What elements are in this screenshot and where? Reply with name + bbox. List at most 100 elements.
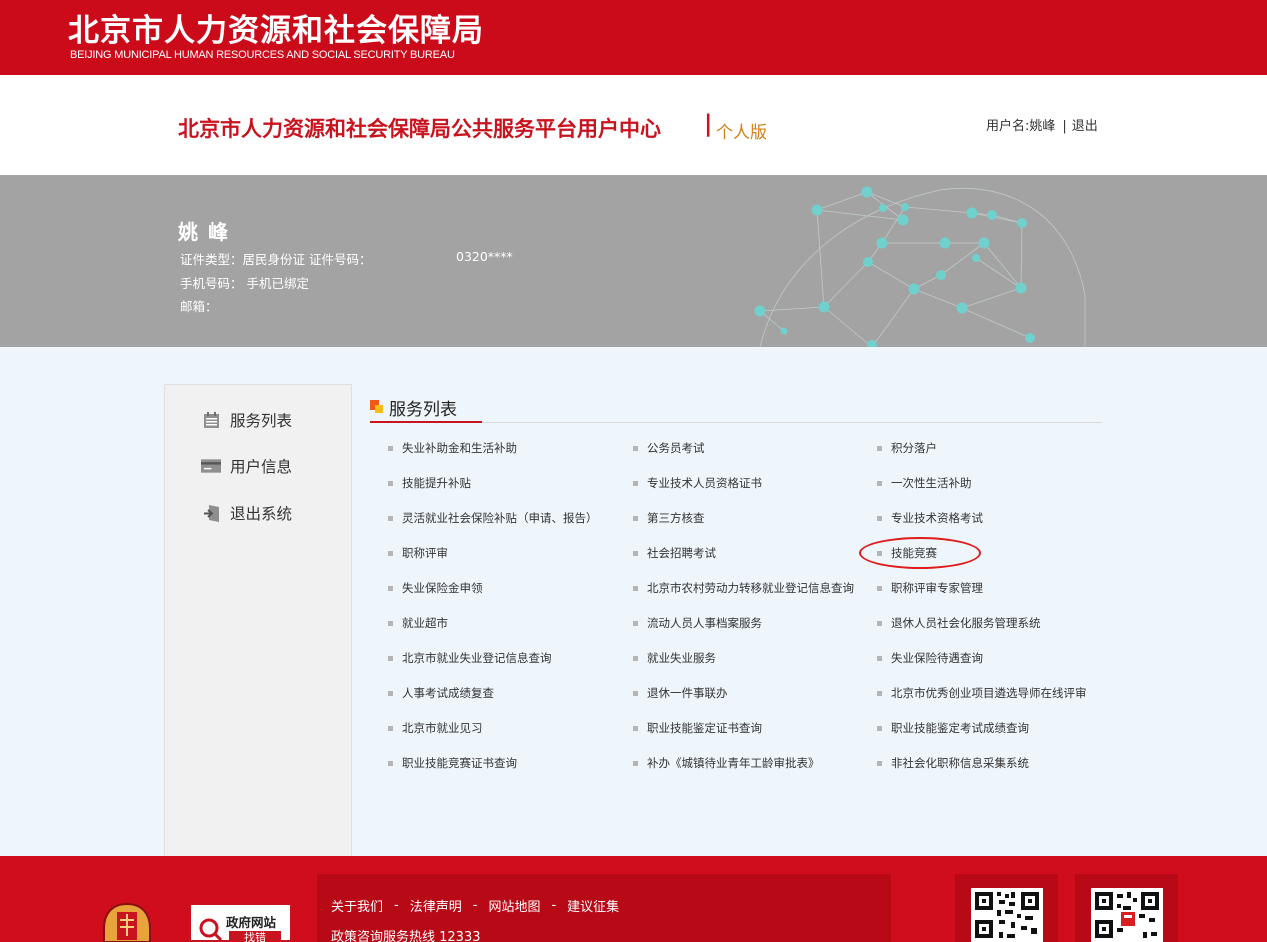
- id-card-icon: [201, 457, 221, 475]
- gov-website-badge[interactable]: 政府网站 找错: [189, 903, 292, 942]
- id-number: 0320****: [456, 249, 513, 264]
- service-label: 第三方核查: [647, 511, 705, 525]
- footer: 政府网站 找错 关于我们 - 法律声明 - 网站地图 - 建议征集 政策咨询服务…: [0, 856, 1267, 942]
- network-graphic: [754, 186, 1086, 347]
- bullet-icon: [633, 620, 638, 626]
- bullet-icon: [388, 585, 393, 591]
- emblem-icon: [103, 902, 151, 942]
- service-link[interactable]: 退休一件事联办: [633, 685, 728, 701]
- service-link[interactable]: 第三方核查: [633, 510, 705, 526]
- service-label: 公务员考试: [647, 441, 705, 455]
- service-link[interactable]: 补办《城镇待业青年工龄审批表》: [633, 755, 820, 771]
- sidebar-item-exit[interactable]: 退出系统: [201, 501, 292, 525]
- bullet-icon: [388, 760, 393, 766]
- bullet-icon: [388, 725, 393, 731]
- service-panel: 服务列表 失业补助金和生活补助 技能提升补贴 灵活就业社会保险补贴（申请、报告）…: [352, 384, 1102, 856]
- service-label: 技能提升补贴: [402, 476, 471, 490]
- bullet-icon: [633, 690, 638, 696]
- service-link-highlighted[interactable]: 技能竞赛: [877, 545, 937, 561]
- bullet-icon: [388, 515, 393, 521]
- id-type-line: 证件类型：居民身份证 证件号码：: [180, 252, 372, 267]
- service-label: 失业补助金和生活补助: [402, 441, 517, 455]
- footer-link-sitemap[interactable]: 网站地图: [488, 896, 540, 915]
- service-label: 职业技能鉴定考试成绩查询: [891, 721, 1029, 735]
- service-link[interactable]: 非社会化职称信息采集系统: [877, 755, 1029, 771]
- service-link[interactable]: 一次性生活补助: [877, 475, 972, 491]
- qr-code-icon: [971, 888, 1043, 942]
- bullet-icon: [388, 620, 393, 626]
- top-banner: 北京市人力资源和社会保障局 BEIJING MUNICIPAL HUMAN RE…: [0, 0, 1267, 75]
- bullet-icon: [877, 480, 882, 486]
- service-label: 就业失业服务: [647, 651, 716, 665]
- service-label: 退休人员社会化服务管理系统: [891, 616, 1041, 630]
- bullet-icon: [388, 690, 393, 696]
- gov-badge-text: 政府网站: [226, 915, 277, 930]
- phone-line: 手机号码： 手机已绑定: [180, 276, 309, 291]
- service-link[interactable]: 失业保险待遇查询: [877, 650, 983, 666]
- service-label: 非社会化职称信息采集系统: [891, 756, 1029, 770]
- service-label: 职称评审: [402, 546, 448, 560]
- bullet-icon: [633, 515, 638, 521]
- bullet-icon: [633, 480, 638, 486]
- bullet-icon: [877, 585, 882, 591]
- section-marker-icon: [370, 400, 383, 414]
- header: 北京市人力资源和社会保障局公共服务平台用户中心 | 个人版 用户名:姚峰 | 退出: [0, 75, 1267, 175]
- service-link[interactable]: 退休人员社会化服务管理系统: [877, 615, 1041, 631]
- footer-link-suggestions[interactable]: 建议征集: [567, 896, 619, 915]
- footer-info: 关于我们 - 法律声明 - 网站地图 - 建议征集 政策咨询服务热线 12333: [317, 874, 891, 942]
- bureau-name-cn: 北京市人力资源和社会保障局: [68, 13, 484, 49]
- service-link[interactable]: 职业技能鉴定考试成绩查询: [877, 720, 1029, 736]
- service-link[interactable]: 流动人员人事档案服务: [633, 615, 762, 631]
- service-link[interactable]: 公务员考试: [633, 440, 705, 456]
- service-label: 专业技术人员资格证书: [647, 476, 762, 490]
- bullet-icon: [633, 725, 638, 731]
- logout-link[interactable]: 退出: [1072, 119, 1098, 134]
- sidebar-item-user-info[interactable]: 用户信息: [201, 454, 292, 478]
- service-link[interactable]: 职称评审: [388, 545, 448, 561]
- service-link[interactable]: 北京市优秀创业项目遴选导师在线评审: [877, 685, 1087, 701]
- service-link[interactable]: 北京市就业失业登记信息查询: [388, 650, 552, 666]
- footer-links: 关于我们 - 法律声明 - 网站地图 - 建议征集: [331, 896, 619, 915]
- footer-link-about[interactable]: 关于我们: [331, 896, 383, 915]
- service-link[interactable]: 社会招聘考试: [633, 545, 716, 561]
- bullet-icon: [877, 515, 882, 521]
- sidebar-item-service-list[interactable]: 服务列表: [201, 408, 292, 432]
- service-link[interactable]: 北京市就业见习: [388, 720, 483, 736]
- sidebar: 服务列表 用户信息 退出系统: [164, 384, 352, 856]
- service-link[interactable]: 灵活就业社会保险补贴（申请、报告）: [388, 510, 598, 526]
- service-link[interactable]: 职称评审专家管理: [877, 580, 983, 596]
- service-link[interactable]: 技能提升补贴: [388, 475, 471, 491]
- service-link[interactable]: 失业补助金和生活补助: [388, 440, 517, 456]
- list-icon: [201, 411, 221, 429]
- service-link[interactable]: 专业技术人员资格证书: [633, 475, 762, 491]
- email-line: 邮箱：: [180, 299, 218, 314]
- bullet-icon: [877, 760, 882, 766]
- service-link[interactable]: 北京市农村劳动力转移就业登记信息查询: [633, 580, 854, 596]
- sidebar-item-label: 服务列表: [230, 412, 293, 430]
- bullet-icon: [877, 690, 882, 696]
- sidebar-item-label: 用户信息: [230, 458, 293, 476]
- bureau-name-en: BEIJING MUNICIPAL HUMAN RESOURCES AND SO…: [70, 49, 455, 61]
- bullet-icon: [877, 445, 882, 451]
- magnifier-icon: [199, 918, 222, 941]
- hotline: 政策咨询服务热线 12333: [331, 930, 481, 942]
- section-header: 服务列表: [370, 392, 457, 422]
- service-link[interactable]: 专业技术资格考试: [877, 510, 983, 526]
- service-link[interactable]: 就业超市: [388, 615, 448, 631]
- bullet-icon: [388, 480, 393, 486]
- service-label: 人事考试成绩复查: [402, 686, 494, 700]
- service-link[interactable]: 就业失业服务: [633, 650, 716, 666]
- service-label: 失业保险待遇查询: [891, 651, 983, 665]
- service-link[interactable]: 失业保险金申领: [388, 580, 483, 596]
- service-link[interactable]: 职业技能竞赛证书查询: [388, 755, 517, 771]
- service-label: 就业超市: [402, 616, 448, 630]
- service-link[interactable]: 职业技能鉴定证书查询: [633, 720, 762, 736]
- service-link[interactable]: 人事考试成绩复查: [388, 685, 494, 701]
- service-label: 一次性生活补助: [891, 476, 972, 490]
- edition-label: 个人版: [716, 123, 767, 143]
- bullet-icon: [633, 445, 638, 451]
- footer-link-legal[interactable]: 法律声明: [410, 896, 462, 915]
- service-link[interactable]: 积分落户: [877, 440, 937, 456]
- bullet-icon: [877, 620, 882, 626]
- section-title: 服务列表: [389, 399, 457, 420]
